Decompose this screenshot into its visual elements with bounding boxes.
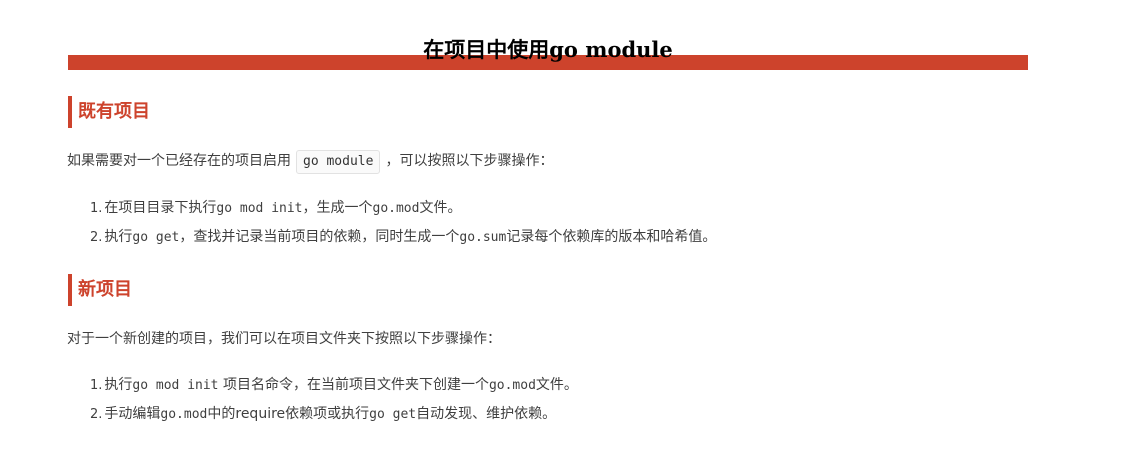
list-item: 1. 在项目目录下执行go mod init，生成一个go.mod文件。 <box>90 194 716 223</box>
inline-code-go-module: go module <box>296 150 381 174</box>
new-project-steps: 1. 执行go mod init 项目名命令，在当前项目文件夹下创建一个go.mo… <box>90 371 578 429</box>
step-code: go mod init <box>132 378 219 393</box>
list-item: 2. 执行go get，查找并记录当前项目的依赖，同时生成一个go.sum记录每个… <box>90 223 716 252</box>
step-code: go.mod <box>488 378 536 393</box>
step-text: ，查找并记录当前项目的依赖，同时生成一个 <box>179 229 460 245</box>
step-code: go get <box>369 407 417 422</box>
step-code: go.mod <box>372 201 420 216</box>
list-item: 1. 执行go mod init 项目名命令，在当前项目文件夹下创建一个go.mo… <box>90 371 578 400</box>
step-number: 1. <box>90 378 103 393</box>
step-text: 执行 <box>104 229 133 245</box>
step-text: 文件。 <box>419 200 462 216</box>
step-text: 文件。 <box>535 377 578 393</box>
page-title: 在项目中使用go module <box>423 37 673 62</box>
intro-text-before: 如果需要对一个已经存在的项目启用 <box>67 153 291 169</box>
step-code: go.sum <box>459 230 507 245</box>
step-text: 记录每个依赖库的版本和哈希值。 <box>506 229 717 245</box>
step-text: 中的require依赖项或执行 <box>207 406 370 422</box>
step-code: go.mod <box>160 407 208 422</box>
step-number: 1. <box>90 201 103 216</box>
step-code: go get <box>132 230 180 245</box>
existing-project-intro: 如果需要对一个已经存在的项目启用 go module ，可以按照以下步骤操作： <box>67 150 553 174</box>
step-code: go mod init <box>216 201 303 216</box>
intro-text-after: ，可以按照以下步骤操作： <box>385 153 554 169</box>
new-project-intro: 对于一个新创建的项目，我们可以在项目文件夹下按照以下步骤操作： <box>67 331 501 347</box>
step-number: 2. <box>90 407 103 422</box>
existing-project-steps: 1. 在项目目录下执行go mod init，生成一个go.mod文件。 2. 执行… <box>90 194 716 252</box>
list-item: 2. 手动编辑go.mod中的require依赖项或执行go get自动发现、维护… <box>90 400 578 429</box>
step-text: 执行 <box>104 377 133 393</box>
section-heading-existing-project: 既有项目 <box>68 96 150 128</box>
step-text: 项目名命令，在当前项目文件夹下创建一个 <box>218 377 489 393</box>
step-number: 2. <box>90 230 103 245</box>
step-text: 手动编辑 <box>104 406 161 422</box>
step-text: ，生成一个 <box>302 200 373 216</box>
section-heading-new-project: 新项目 <box>68 274 132 306</box>
step-text: 自动发现、维护依赖。 <box>416 406 557 422</box>
step-text: 在项目目录下执行 <box>104 200 217 216</box>
